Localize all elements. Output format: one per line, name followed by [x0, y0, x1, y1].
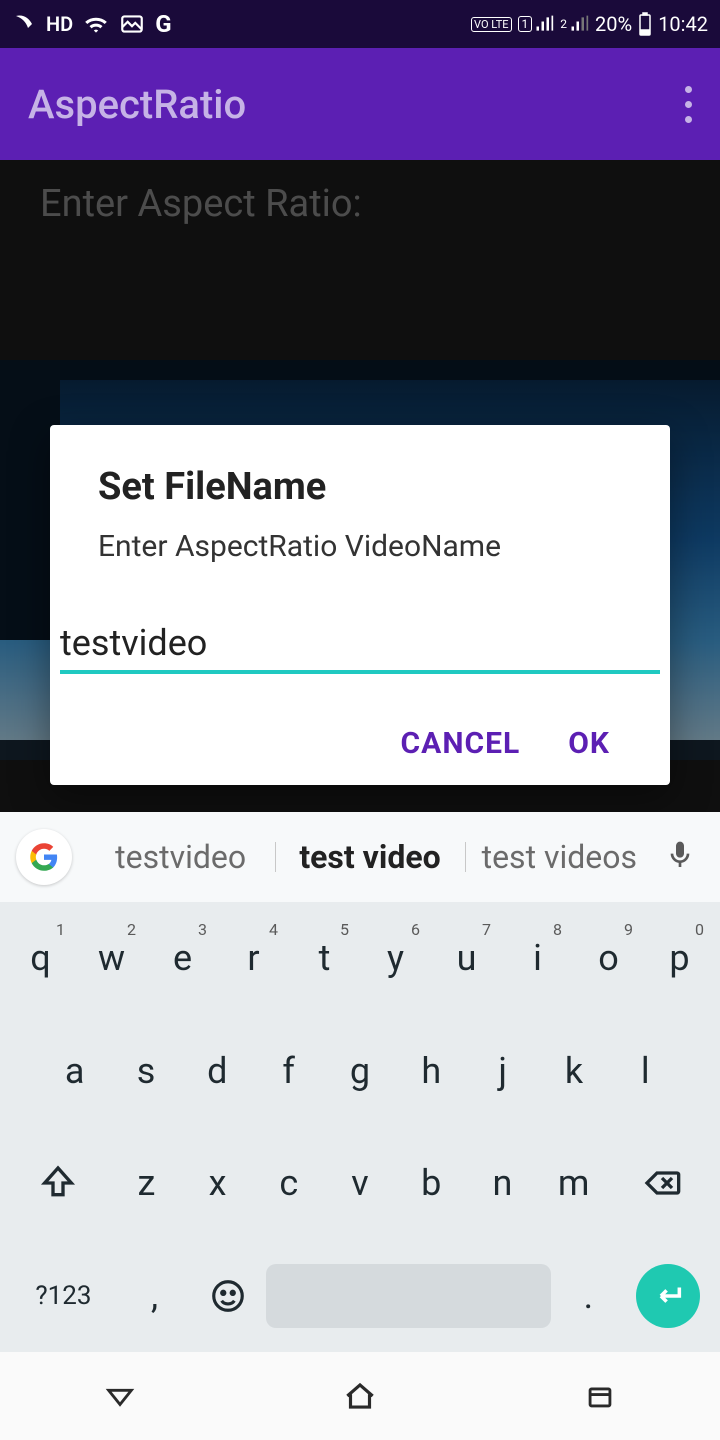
enter-key[interactable] — [636, 1264, 700, 1328]
suggestion-2[interactable]: test video — [275, 838, 464, 876]
comma-key[interactable]: , — [119, 1254, 190, 1338]
hd-indicator: HD — [46, 12, 73, 36]
shift-key[interactable] — [6, 1141, 110, 1225]
key-i[interactable]: i8 — [503, 916, 572, 1000]
key-k[interactable]: k — [539, 1029, 608, 1113]
carrier-icon — [12, 12, 36, 36]
backspace-key[interactable] — [610, 1141, 714, 1225]
nav-recents-button[interactable] — [570, 1376, 630, 1416]
suggestion-1[interactable]: testvideo — [86, 838, 275, 876]
key-p[interactable]: p0 — [645, 916, 714, 1000]
key-n[interactable]: n — [468, 1141, 537, 1225]
filename-input[interactable] — [60, 614, 660, 674]
battery-percent: 20% — [595, 12, 632, 36]
status-bar: HD G VO LTE 1 2 20% 10:42 — [0, 0, 720, 48]
key-a[interactable]: a — [40, 1029, 109, 1113]
key-c[interactable]: c — [254, 1141, 323, 1225]
suggestion-3[interactable]: test videos — [465, 838, 654, 876]
sim1-signal-icon: 1 — [518, 14, 555, 34]
nav-back-button[interactable] — [90, 1376, 150, 1416]
key-w[interactable]: w2 — [77, 916, 146, 1000]
key-l[interactable]: l — [611, 1029, 680, 1113]
mic-icon[interactable] — [664, 839, 704, 875]
key-f[interactable]: f — [254, 1029, 323, 1113]
key-y[interactable]: y6 — [361, 916, 430, 1000]
symbols-key[interactable]: ?123 — [10, 1254, 117, 1338]
key-d[interactable]: d — [183, 1029, 252, 1113]
picture-icon — [119, 11, 145, 37]
system-nav-bar — [0, 1352, 720, 1440]
key-x[interactable]: x — [183, 1141, 252, 1225]
key-v[interactable]: v — [325, 1141, 394, 1225]
key-j[interactable]: j — [468, 1029, 537, 1113]
key-o[interactable]: o9 — [574, 916, 643, 1000]
space-key[interactable] — [266, 1264, 551, 1328]
key-s[interactable]: s — [111, 1029, 180, 1113]
app-bar: AspectRatio — [0, 48, 720, 160]
nav-home-button[interactable] — [330, 1376, 390, 1416]
set-filename-dialog: Set FileName Enter AspectRatio VideoName… — [50, 425, 670, 785]
key-t[interactable]: t5 — [290, 916, 359, 1000]
key-e[interactable]: e3 — [148, 916, 217, 1000]
battery-icon — [638, 12, 652, 36]
key-b[interactable]: b — [397, 1141, 466, 1225]
overflow-menu-button[interactable] — [685, 86, 692, 123]
emoji-key[interactable] — [192, 1254, 263, 1338]
soft-keyboard: testvideo test video test videos q1w2e3r… — [0, 812, 720, 1352]
wifi-icon — [83, 11, 109, 37]
key-g[interactable]: g — [325, 1029, 394, 1113]
google-badge[interactable] — [16, 829, 72, 885]
ok-button[interactable]: OK — [568, 726, 610, 761]
volte-icon: VO LTE — [471, 17, 512, 32]
sim2-signal-icon: 2 — [560, 14, 589, 34]
dialog-title: Set FileName — [50, 465, 670, 529]
key-row-1: q1w2e3r4t5y6u7i8o9p0 — [0, 902, 720, 1015]
key-row-3: zxcvbnm — [0, 1127, 720, 1240]
google-icon: G — [155, 10, 171, 38]
key-r[interactable]: r4 — [219, 916, 288, 1000]
cancel-button[interactable]: CANCEL — [401, 726, 521, 761]
clock: 10:42 — [658, 12, 708, 36]
key-z[interactable]: z — [112, 1141, 181, 1225]
key-q[interactable]: q1 — [6, 916, 75, 1000]
key-row-2: asdfghjkl — [0, 1015, 720, 1128]
suggestion-bar: testvideo test video test videos — [0, 812, 720, 902]
app-title: AspectRatio — [28, 81, 246, 128]
key-row-4: ?123 , . — [0, 1240, 720, 1353]
key-u[interactable]: u7 — [432, 916, 501, 1000]
key-h[interactable]: h — [397, 1029, 466, 1113]
period-key[interactable]: . — [553, 1254, 624, 1338]
key-m[interactable]: m — [539, 1141, 608, 1225]
dialog-subtitle: Enter AspectRatio VideoName — [50, 529, 670, 614]
